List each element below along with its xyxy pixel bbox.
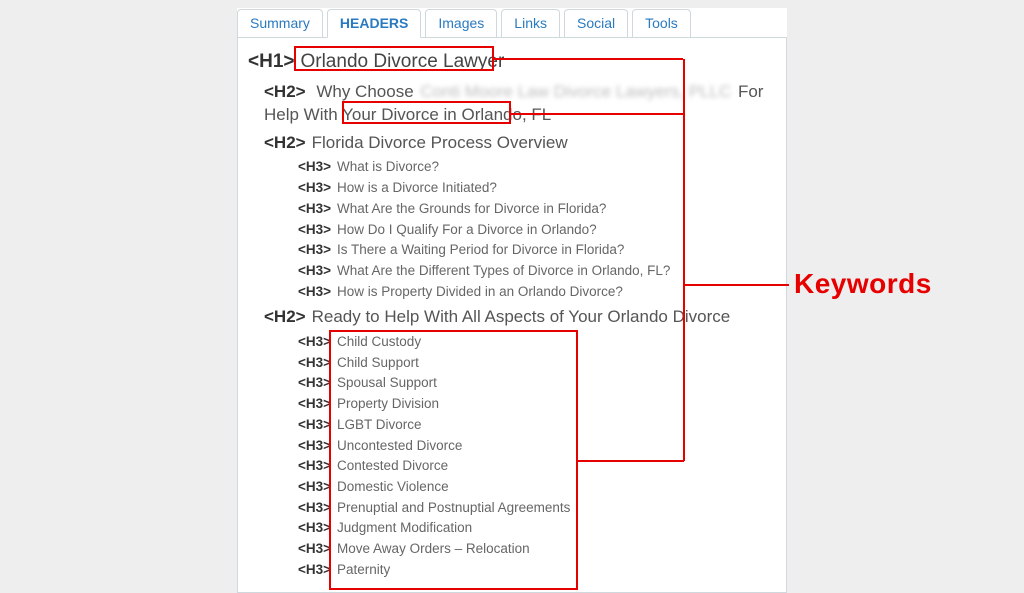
h3-tag: <H3> — [298, 354, 331, 372]
h3-tag: <H3> — [298, 374, 331, 392]
h3-tag: <H3> — [298, 457, 331, 475]
h2-tag: <H2> — [264, 132, 306, 155]
h2-text: Florida Divorce Process Overview — [312, 132, 568, 155]
tab-tools[interactable]: Tools — [632, 9, 691, 38]
h3-tag: <H3> — [298, 478, 331, 496]
h3-row: <H3> How is a Divorce Initiated? — [298, 179, 776, 197]
h3-tag: <H3> — [298, 241, 331, 259]
h3-text: Child Support — [337, 354, 419, 372]
h3-row: <H3> Move Away Orders – Relocation — [298, 540, 776, 558]
h3-text: How Do I Qualify For a Divorce in Orland… — [337, 221, 597, 239]
headers-panel: Summary HEADERS Images Links Social Tool… — [237, 8, 787, 593]
h3-tag: <H3> — [298, 540, 331, 558]
h3-row: <H3> Judgment Modification — [298, 519, 776, 537]
tab-social[interactable]: Social — [564, 9, 628, 38]
keywords-label: Keywords — [794, 268, 932, 300]
tab-summary[interactable]: Summary — [237, 9, 323, 38]
h3-row: <H3> What Are the Different Types of Divo… — [298, 262, 776, 280]
h3-text: Domestic Violence — [337, 478, 449, 496]
h3-row: <H3> Child Support — [298, 354, 776, 372]
h3-tag: <H3> — [298, 561, 331, 579]
h3-tag: <H3> — [298, 395, 331, 413]
h3-row: <H3> What Are the Grounds for Divorce in … — [298, 200, 776, 218]
h2-tag: <H2> — [264, 306, 306, 329]
h1-text: Orlando Divorce Lawyer — [300, 49, 504, 75]
h3-row: <H3> What is Divorce? — [298, 158, 776, 176]
h3-text: Spousal Support — [337, 374, 437, 392]
h3-row: <H3> Child Custody — [298, 333, 776, 351]
h3-row: <H3> Contested Divorce — [298, 457, 776, 475]
h3-row: <H3> Uncontested Divorce — [298, 437, 776, 455]
h3-text: How is Property Divided in an Orlando Di… — [337, 283, 623, 301]
h3-text: How is a Divorce Initiated? — [337, 179, 497, 197]
h3-tag: <H3> — [298, 283, 331, 301]
h3-row: <H3> Domestic Violence — [298, 478, 776, 496]
h3-row: <H3> Property Division — [298, 395, 776, 413]
h2-tag: <H2> — [264, 82, 306, 101]
h3-tag: <H3> — [298, 262, 331, 280]
tab-headers[interactable]: HEADERS — [327, 9, 421, 38]
h2-text: Ready to Help With All Aspects of Your O… — [312, 306, 731, 329]
tab-images[interactable]: Images — [425, 9, 497, 38]
h3-row: <H3> Is There a Waiting Period for Divorc… — [298, 241, 776, 259]
h3-tag: <H3> — [298, 221, 331, 239]
h3-text: What Are the Different Types of Divorce … — [337, 262, 670, 280]
h2-row: <H2> Florida Divorce Process Overview — [264, 132, 776, 155]
tab-bar: Summary HEADERS Images Links Social Tool… — [237, 8, 787, 37]
h3-tag: <H3> — [298, 333, 331, 351]
h3-text: What Are the Grounds for Divorce in Flor… — [337, 200, 606, 218]
h3-row: <H3> Spousal Support — [298, 374, 776, 392]
h2-row: <H2> Why Choose Conti Moore Law Divorce … — [264, 81, 776, 127]
h2-row: <H2> Ready to Help With All Aspects of Y… — [264, 306, 776, 329]
h3-tag: <H3> — [298, 416, 331, 434]
h3-text: Is There a Waiting Period for Divorce in… — [337, 241, 624, 259]
tab-links[interactable]: Links — [501, 9, 560, 38]
h3-text: Property Division — [337, 395, 439, 413]
text-fragment: Why Choose — [316, 82, 418, 101]
h1-row: <H1> Orlando Divorce Lawyer — [248, 49, 776, 75]
h3-text: Paternity — [337, 561, 390, 579]
redacted-text: Conti Moore Law Divorce Lawyers, PLLC — [420, 81, 731, 104]
h3-row: <H3> Paternity — [298, 561, 776, 579]
h3-row: <H3> How Do I Qualify For a Divorce in Or… — [298, 221, 776, 239]
h3-text: Uncontested Divorce — [337, 437, 462, 455]
h3-tag: <H3> — [298, 179, 331, 197]
headers-list: <H1> Orlando Divorce Lawyer <H2> Why Cho… — [237, 37, 787, 593]
h3-text: Judgment Modification — [337, 519, 472, 537]
h3-text: Prenuptial and Postnuptial Agreements — [337, 499, 570, 517]
h2-text: Why Choose Conti Moore Law Divorce Lawye… — [264, 82, 763, 124]
h3-tag: <H3> — [298, 158, 331, 176]
h1-tag: <H1> — [248, 49, 294, 75]
h3-tag: <H3> — [298, 437, 331, 455]
h3-row: <H3> Prenuptial and Postnuptial Agreement… — [298, 499, 776, 517]
h3-row: <H3> LGBT Divorce — [298, 416, 776, 434]
text-fragment: Divorce in Orlando, FL — [381, 105, 551, 124]
h3-tag: <H3> — [298, 499, 331, 517]
h3-row: <H3> How is Property Divided in an Orland… — [298, 283, 776, 301]
h3-text: Child Custody — [337, 333, 421, 351]
h3-tag: <H3> — [298, 200, 331, 218]
h3-text: Move Away Orders – Relocation — [337, 540, 530, 558]
h3-text: Contested Divorce — [337, 457, 448, 475]
h3-text: LGBT Divorce — [337, 416, 422, 434]
h3-text: What is Divorce? — [337, 158, 439, 176]
h3-tag: <H3> — [298, 519, 331, 537]
